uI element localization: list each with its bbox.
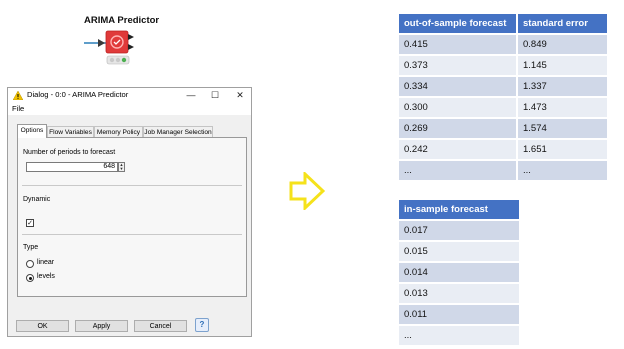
forecast-cell: 0.015 bbox=[399, 240, 519, 261]
table-row: 0.017 bbox=[399, 219, 519, 240]
dynamic-checkbox[interactable]: ✓ bbox=[26, 219, 34, 227]
cancel-button[interactable]: Cancel bbox=[134, 320, 187, 332]
menu-bar: File bbox=[8, 103, 251, 115]
error-cell: 1.145 bbox=[518, 54, 607, 75]
forecast-cell: 0.373 bbox=[399, 54, 518, 75]
maximize-icon[interactable]: ☐ bbox=[208, 89, 222, 101]
table-row: 0.300 1.473 bbox=[399, 96, 607, 117]
header-standard-error: standard error bbox=[518, 14, 607, 33]
dialog-window: Dialog - 0:0 - ARIMA Predictor — ☐ ✕ Fil… bbox=[7, 87, 252, 337]
menu-file[interactable]: File bbox=[12, 104, 24, 113]
radio-linear[interactable] bbox=[26, 260, 34, 268]
radio-levels[interactable] bbox=[26, 274, 34, 282]
in-sample-table: in-sample forecast 0.017 0.015 0.014 0.0… bbox=[399, 200, 519, 345]
dialog-title: Dialog - 0:0 - ARIMA Predictor bbox=[27, 90, 129, 99]
right-arrow-icon bbox=[289, 172, 325, 210]
forecast-cell: 0.017 bbox=[399, 219, 519, 240]
dialog-titlebar[interactable]: Dialog - 0:0 - ARIMA Predictor — ☐ ✕ bbox=[8, 88, 251, 103]
spinner-down-icon[interactable]: ▼ bbox=[119, 167, 124, 171]
table-row: 0.242 1.651 bbox=[399, 138, 607, 159]
periods-spinner[interactable]: ▲ ▼ bbox=[118, 162, 125, 172]
table-row: 0.334 1.337 bbox=[399, 75, 607, 96]
forecast-cell: 0.013 bbox=[399, 282, 519, 303]
table-row: 0.014 bbox=[399, 261, 519, 282]
header-in-sample-forecast: in-sample forecast bbox=[399, 200, 519, 219]
warning-icon bbox=[13, 91, 23, 100]
forecast-cell: 0.300 bbox=[399, 96, 518, 117]
table-row: ...... bbox=[399, 159, 607, 180]
tab-options[interactable]: Options bbox=[17, 124, 47, 138]
out-of-sample-table: out-of-sample forecast standard error 0.… bbox=[399, 14, 607, 180]
forecast-cell: 0.334 bbox=[399, 75, 518, 96]
error-cell: 1.337 bbox=[518, 75, 607, 96]
node-title: ARIMA Predictor bbox=[84, 15, 160, 26]
tab-memory-policy[interactable]: Memory Policy bbox=[94, 126, 143, 137]
error-cell: 0.849 bbox=[518, 33, 607, 54]
error-cell: 1.651 bbox=[518, 138, 607, 159]
table-row: 0.015 bbox=[399, 240, 519, 261]
header-out-of-sample-forecast: out-of-sample forecast bbox=[399, 14, 518, 33]
type-label: Type bbox=[23, 244, 39, 251]
forecast-cell: ... bbox=[399, 324, 519, 345]
forecast-cell: 0.415 bbox=[399, 33, 518, 54]
forecast-cell: 0.242 bbox=[399, 138, 518, 159]
ok-button[interactable]: OK bbox=[16, 320, 69, 332]
table-row: 0.013 bbox=[399, 282, 519, 303]
tab-flow-variables[interactable]: Flow Variables bbox=[47, 126, 94, 137]
forecast-cell: 0.269 bbox=[399, 117, 518, 138]
radio-linear-label: linear bbox=[37, 259, 55, 266]
error-cell: 1.574 bbox=[518, 117, 607, 138]
arima-node-icon[interactable] bbox=[84, 27, 144, 71]
table-row: ... bbox=[399, 324, 519, 345]
close-icon[interactable]: ✕ bbox=[233, 89, 247, 101]
table-row: 0.373 1.145 bbox=[399, 54, 607, 75]
divider bbox=[22, 185, 242, 186]
table-row: 0.011 bbox=[399, 303, 519, 324]
radio-levels-label: levels bbox=[37, 273, 55, 280]
error-cell: ... bbox=[518, 159, 607, 180]
help-button[interactable]: ? bbox=[195, 318, 209, 332]
dynamic-label: Dynamic bbox=[23, 196, 51, 203]
error-cell: 1.473 bbox=[518, 96, 607, 117]
forecast-cell: 0.011 bbox=[399, 303, 519, 324]
periods-input[interactable]: 648 bbox=[26, 162, 118, 172]
forecast-cell: 0.014 bbox=[399, 261, 519, 282]
table-row: 0.269 1.574 bbox=[399, 117, 607, 138]
tab-job-manager-selection[interactable]: Job Manager Selection bbox=[143, 126, 213, 137]
options-panel: Number of periods to forecast 648 ▲ ▼ Dy… bbox=[17, 137, 247, 297]
table-row: 0.415 0.849 bbox=[399, 33, 607, 54]
divider bbox=[22, 234, 242, 235]
forecast-cell: ... bbox=[399, 159, 518, 180]
input-port-icon bbox=[98, 39, 105, 47]
checkmark-icon: ✓ bbox=[27, 220, 33, 227]
apply-button[interactable]: Apply bbox=[75, 320, 128, 332]
periods-label: Number of periods to forecast bbox=[23, 149, 116, 156]
minimize-icon[interactable]: — bbox=[184, 89, 198, 101]
